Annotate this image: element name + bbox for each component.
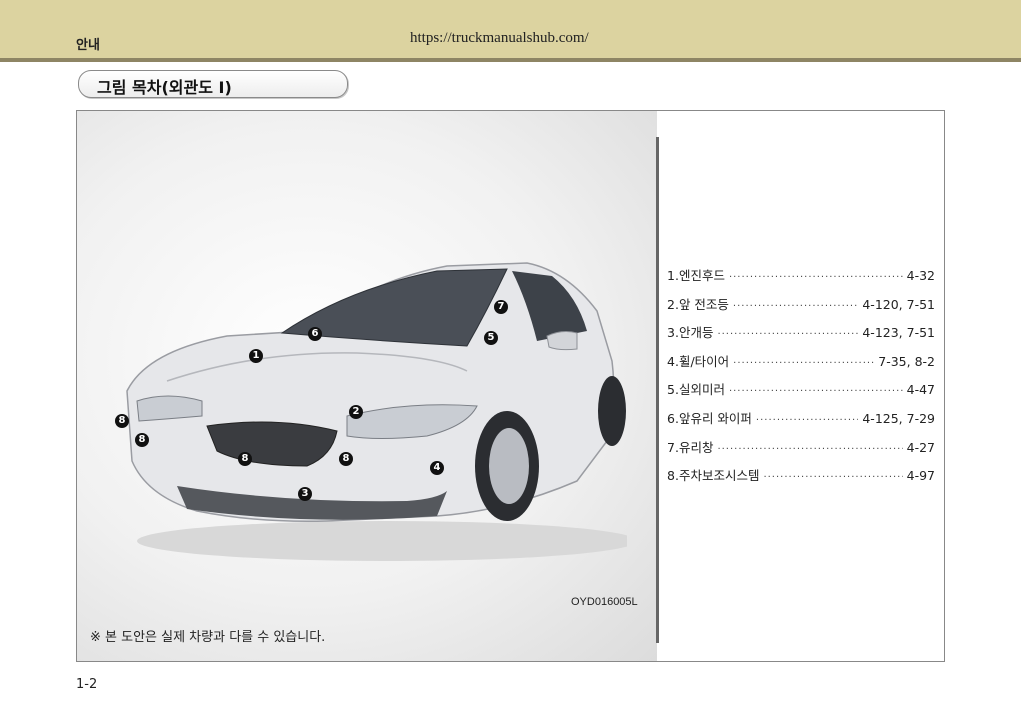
toc-number: 2. [667, 296, 679, 312]
marker-2: 2 [349, 405, 363, 419]
car-photo-area: 1 2 3 4 5 6 7 8 8 8 8 OYD016005L ※ 본 도안은… [77, 111, 657, 661]
toc-item[interactable]: 1. 엔진후드 ································… [667, 265, 935, 294]
header-rule [0, 58, 1021, 62]
toc-leader: ········································… [717, 329, 858, 341]
toc-label: 앞유리 와이퍼 [678, 410, 752, 426]
toc-leader: ········································… [733, 357, 874, 369]
section-label: 안내 [76, 38, 100, 53]
toc-page: 4-123, 7-51 [862, 325, 935, 341]
toc-item[interactable]: 3. 안개등 ·································… [667, 322, 935, 351]
marker-6: 6 [308, 327, 322, 341]
toc-page: 4-27 [906, 439, 935, 455]
toc-item[interactable]: 7. 유리창 ·································… [667, 437, 935, 466]
toc-item[interactable]: 5. 실외미러 ································… [667, 379, 935, 408]
toc-item[interactable]: 4. 휠/타이어 ·······························… [667, 351, 935, 380]
toc-leader: ········································… [717, 443, 902, 455]
toc-label: 안개등 [678, 325, 714, 341]
toc-label: 유리창 [678, 439, 714, 455]
page-title: 그림 목차(외관도 I) [97, 78, 232, 97]
marker-8-c: 8 [238, 452, 252, 466]
marker-1: 1 [249, 349, 263, 363]
toc-label: 실외미러 [678, 382, 725, 398]
marker-3: 3 [298, 487, 312, 501]
toc-number: 8. [667, 468, 679, 484]
toc-page: 4-32 [906, 268, 935, 283]
site-url[interactable]: https://truckmanualshub.com/ [410, 30, 589, 47]
content-frame: 1 2 3 4 5 6 7 8 8 8 8 OYD016005L ※ 본 도안은… [76, 110, 945, 662]
toc-leader: ········································… [732, 300, 859, 312]
toc-number: 4. [667, 353, 679, 369]
toc-item[interactable]: 8. 주차보조시스템 ·····························… [667, 465, 935, 494]
toc-number: 1. [667, 268, 679, 283]
footnote: ※ 본 도안은 실제 차량과 다를 수 있습니다. [90, 630, 326, 645]
toc-label: 휠/타이어 [678, 353, 730, 369]
toc-leader: ········································… [755, 414, 858, 426]
toc-list: 1. 엔진후드 ································… [667, 265, 935, 494]
toc-label: 앞 전조등 [678, 296, 729, 312]
toc-label: 엔진후드 [678, 268, 725, 283]
marker-5: 5 [484, 331, 498, 345]
toc-page: 7-35, 8-2 [878, 353, 935, 369]
toc-number: 6. [667, 410, 679, 426]
toc-leader: ········································… [728, 386, 903, 398]
toc-number: 7. [667, 439, 679, 455]
car-illustration [126, 262, 627, 561]
toc-label: 주차보조시스템 [678, 468, 760, 484]
marker-4: 4 [430, 461, 444, 475]
toc-leader: ········································… [728, 272, 903, 283]
marker-8-a: 8 [115, 414, 129, 428]
header-band [0, 0, 1021, 58]
marker-7: 7 [494, 300, 508, 314]
toc-page: 4-97 [906, 468, 935, 484]
toc-page: 4-47 [906, 382, 935, 398]
toc-page: 4-125, 7-29 [862, 410, 935, 426]
toc-number: 5. [667, 382, 679, 398]
marker-8-b: 8 [135, 433, 149, 447]
toc-number: 3. [667, 325, 679, 341]
toc-item[interactable]: 6. 앞유리 와이퍼 ·····························… [667, 408, 935, 437]
marker-8-d: 8 [339, 452, 353, 466]
toc-item[interactable]: 2. 앞 전조등 ·······························… [667, 294, 935, 323]
toc-leader: ········································… [763, 472, 902, 484]
title-pill: 그림 목차(외관도 I) [78, 70, 348, 98]
image-code: OYD016005L [571, 596, 638, 608]
page-number: 1-2 [76, 677, 98, 692]
toc-page: 4-120, 7-51 [862, 296, 935, 312]
vertical-divider [656, 137, 659, 643]
